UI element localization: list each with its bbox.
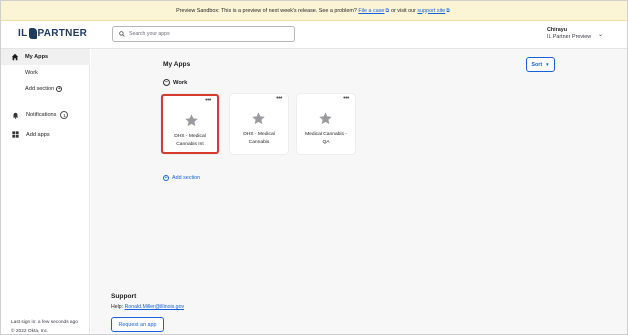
sidebar-item-notifications[interactable]: Notifications 1	[12, 111, 69, 119]
request-app-button[interactable]: Request an app	[111, 317, 164, 332]
sidebar-item-label: Add apps	[26, 131, 50, 138]
plus-circle-icon: +	[56, 85, 63, 92]
app-tile-label-line: Cannabis	[248, 140, 270, 145]
sidebar-item-work[interactable]: Work	[25, 70, 38, 76]
sidebar-item-add-apps[interactable]: Add apps	[12, 131, 50, 138]
sort-button[interactable]: Sort ▼	[526, 57, 555, 72]
search-placeholder: Search your apps	[129, 31, 170, 37]
add-section-label: Add section	[172, 175, 201, 181]
page-title: My Apps	[163, 61, 191, 68]
preview-banner: Preview Sandbox: This is a preview of ne…	[1, 1, 627, 21]
help-email-link[interactable]: Ronald.Miller@illinois.gov	[125, 304, 184, 310]
star-icon	[185, 114, 198, 127]
illinois-state-icon	[28, 28, 37, 39]
app-tile-label: DHS - Medical Cannabis Int	[165, 133, 215, 149]
app-tile[interactable]: ••• DHS - Medical Cannabis Int	[161, 94, 219, 154]
more-options-icon[interactable]: •••	[205, 97, 211, 104]
more-options-icon[interactable]: •••	[343, 95, 349, 102]
il-partner-logo[interactable]: IL PARTNER	[18, 28, 87, 39]
help-label: Help:	[111, 304, 124, 310]
add-section-link[interactable]: + Add section	[163, 175, 200, 181]
support-help: Help: Ronald.Miller@illinois.gov	[111, 304, 184, 310]
plus-circle-icon: +	[163, 174, 169, 181]
logo-text-il: IL	[18, 28, 28, 39]
sidebar-item-my-apps[interactable]: My Apps	[1, 49, 90, 65]
sidebar-item-label: Notifications	[26, 112, 57, 118]
external-link-icon: ⧉	[446, 7, 450, 14]
sort-label: Sort	[531, 61, 543, 68]
more-options-icon[interactable]: •••	[276, 95, 282, 102]
notification-count-badge: 1	[60, 111, 69, 119]
banner-text: Preview Sandbox: This is a preview of ne…	[176, 7, 357, 14]
app-tile-label-line: Cannabis Int	[176, 142, 204, 147]
app-tile-label-line: DHS - Medical	[243, 132, 275, 137]
app-tile-label: DHS - Medical Cannabis	[232, 131, 286, 147]
top-header: IL PARTNER Search your apps Chirayu IL P…	[1, 21, 627, 49]
app-tile[interactable]: ••• DHS - Medical Cannabis	[230, 94, 288, 154]
last-sign-in-text: Last sign in: a few seconds ago	[11, 320, 78, 325]
app-tile-label-line: QA	[322, 140, 330, 145]
search-icon	[119, 31, 125, 37]
support-heading: Support	[111, 293, 137, 300]
banner-middle-text: or visit our	[391, 7, 416, 14]
home-icon	[11, 53, 20, 61]
support-site-link[interactable]: support site	[417, 8, 445, 14]
sidebar-item-label: Add section	[25, 86, 55, 92]
app-tile-label-line: DHS - Medical	[174, 134, 206, 139]
logo-text-partner: PARTNER	[37, 28, 88, 39]
external-link-icon: ⧉	[385, 7, 390, 14]
sidebar-add-section[interactable]: Add section +	[25, 85, 63, 92]
sidebar: My Apps Work Add section + Notifications…	[1, 49, 90, 334]
app-tile-label-line: Medical Cannabis -	[305, 132, 347, 137]
user-menu[interactable]: Chirayu IL Partner Preview	[547, 27, 591, 41]
star-icon	[252, 112, 265, 125]
app-tile-label: Medical Cannabis - QA	[299, 131, 353, 147]
app-tile[interactable]: ••• Medical Cannabis - QA	[297, 94, 355, 154]
section-header-work[interactable]: − Work	[163, 79, 187, 86]
section-name: Work	[173, 79, 188, 86]
collapse-icon[interactable]: −	[163, 79, 170, 86]
search-input[interactable]: Search your apps	[112, 26, 295, 42]
copyright-text: © 2022 Okta, Inc.	[11, 329, 49, 334]
file-case-link[interactable]: File a case	[358, 8, 384, 14]
star-icon	[319, 112, 332, 125]
grid-icon	[12, 131, 21, 138]
main-content: My Apps Sort ▼ − Work ••• DHS - Medical …	[91, 49, 627, 334]
sidebar-item-label: My Apps	[25, 54, 49, 60]
caret-down-icon: ▼	[545, 62, 550, 67]
user-org: IL Partner Preview	[547, 34, 592, 40]
sidebar-item-label: Work	[25, 70, 38, 76]
user-name: Chirayu	[547, 27, 568, 33]
last-sign-in-info: Last sign in: a few seconds ago © 2022 O…	[11, 318, 78, 335]
bell-icon	[12, 112, 21, 119]
chevron-down-icon[interactable]: ⌄	[598, 31, 603, 38]
